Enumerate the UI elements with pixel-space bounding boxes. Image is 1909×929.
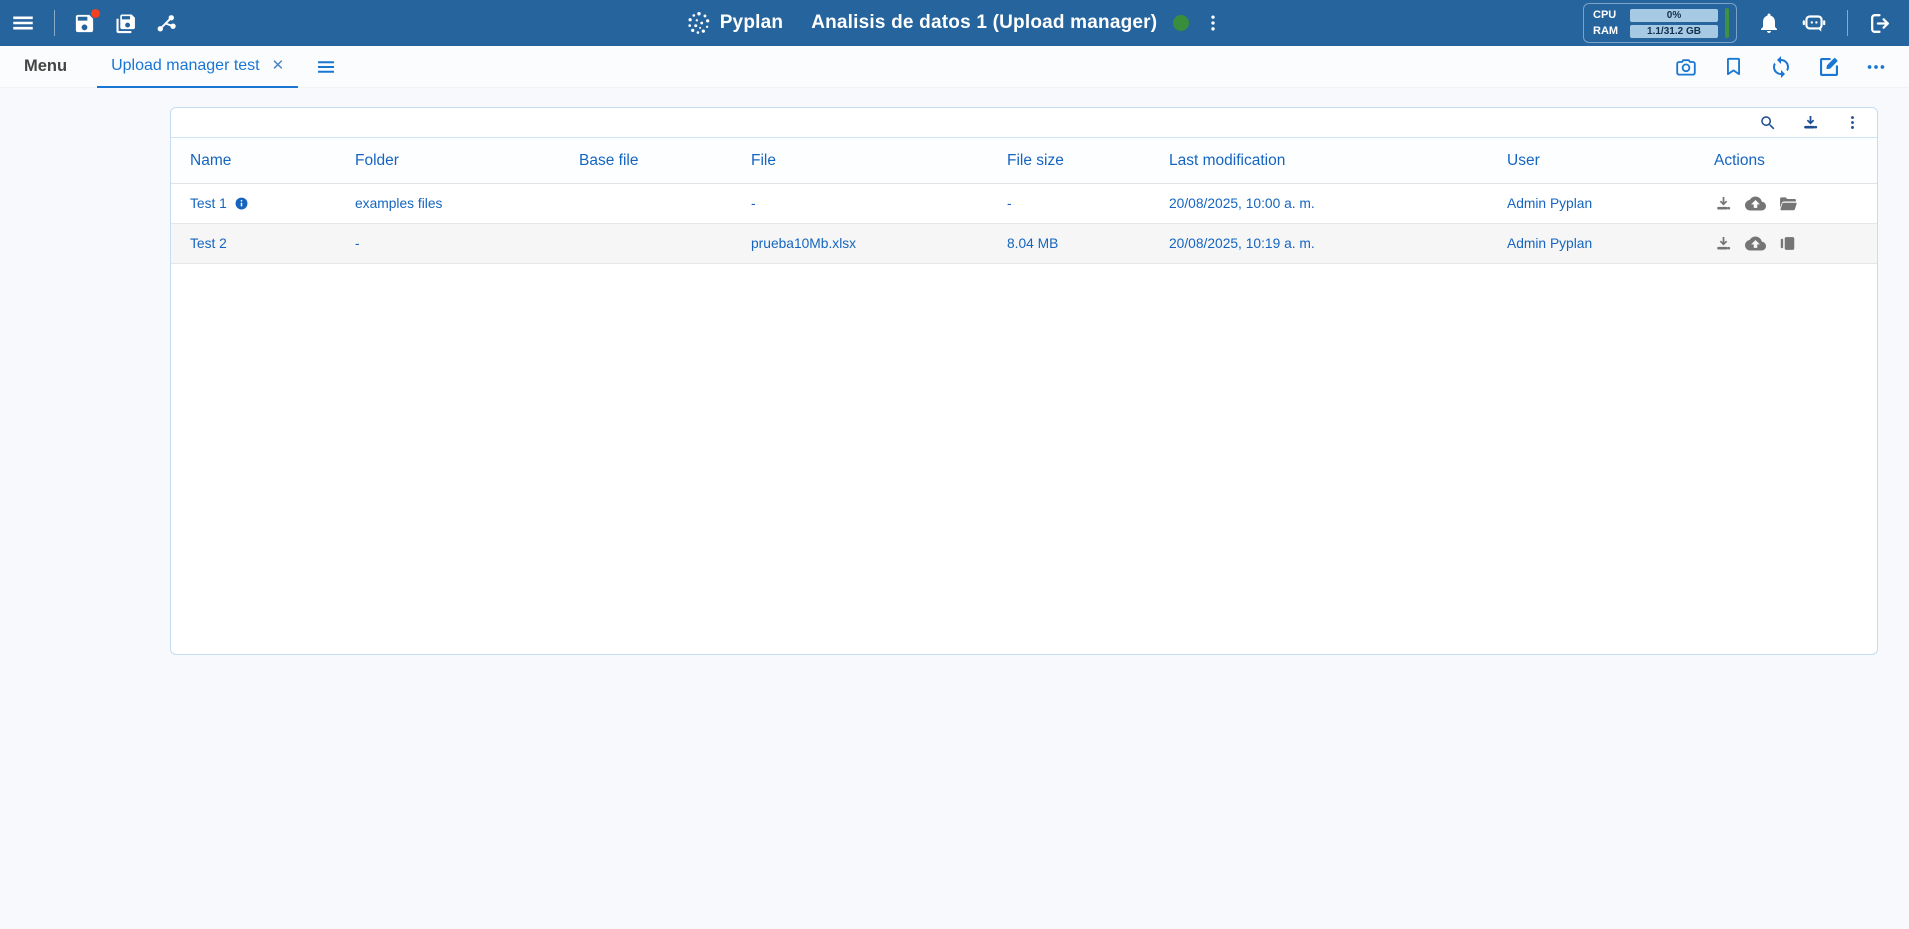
title-menu-icon[interactable] <box>1203 13 1223 33</box>
assistant-chat-icon[interactable] <box>1801 10 1827 36</box>
header-name: Name <box>190 152 355 170</box>
more-options-icon[interactable] <box>1865 56 1887 78</box>
unsaved-changes-badge <box>91 9 100 18</box>
download-icon[interactable] <box>1714 194 1733 213</box>
header-base-file: Base file <box>579 152 751 170</box>
download-icon[interactable] <box>1714 234 1733 253</box>
ram-usage-bar: 1.1/31.2 GB <box>1630 25 1718 38</box>
tab-bar: Menu Upload manager test ✕ <box>0 46 1909 88</box>
cpu-usage-bar: 0% <box>1630 9 1718 22</box>
brand-name: Pyplan <box>720 12 784 34</box>
refresh-icon[interactable] <box>1769 55 1793 79</box>
row-file-size: 8.04 MB <box>1007 236 1169 251</box>
row-folder: examples files <box>355 196 579 211</box>
info-icon[interactable] <box>234 196 249 211</box>
row-user: Admin Pyplan <box>1507 236 1714 251</box>
header-folder: Folder <box>355 152 579 170</box>
row-file-size: - <box>1007 196 1169 211</box>
cloud-upload-icon[interactable] <box>1745 193 1766 214</box>
save-all-icon[interactable] <box>114 12 137 35</box>
table-row: Test 2 - prueba10Mb.xlsx 8.04 MB 20/08/2… <box>171 224 1877 264</box>
header-file: File <box>751 152 1007 170</box>
logout-icon[interactable] <box>1868 11 1893 36</box>
header-user: User <box>1507 152 1714 170</box>
divider <box>54 10 55 36</box>
menu-button[interactable]: Menu <box>24 57 67 76</box>
model-tree-icon[interactable] <box>155 12 178 35</box>
row-last-modification: 20/08/2025, 10:19 a. m. <box>1169 236 1507 251</box>
bookmark-icon[interactable] <box>1722 55 1745 78</box>
app-bar: Pyplan Analisis de datos 1 (Upload manag… <box>0 0 1909 46</box>
tab-list-icon[interactable] <box>314 55 338 79</box>
pyplan-brand: Pyplan <box>686 10 784 36</box>
notifications-bell-icon[interactable] <box>1757 11 1781 35</box>
tab-label: Upload manager test <box>111 57 260 75</box>
search-icon[interactable] <box>1759 114 1777 132</box>
row-last-modification: 20/08/2025, 10:00 a. m. <box>1169 196 1507 211</box>
header-last-modification: Last modification <box>1169 152 1507 170</box>
system-monitor: CPU 0% RAM 1.1/31.2 GB <box>1583 3 1737 43</box>
cloud-upload-icon[interactable] <box>1745 233 1766 254</box>
row-folder: - <box>355 236 579 251</box>
header-actions: Actions <box>1714 152 1877 170</box>
edit-icon[interactable] <box>1817 55 1841 79</box>
upload-manager-table: Name Folder Base file File File size Las… <box>170 107 1878 655</box>
row-file: prueba10Mb.xlsx <box>751 236 1007 251</box>
row-file: - <box>751 196 1007 211</box>
cpu-label: CPU <box>1593 9 1623 21</box>
main-menu-icon[interactable] <box>10 10 36 36</box>
ram-label: RAM <box>1593 25 1623 37</box>
status-indicator <box>1173 15 1189 31</box>
divider <box>1847 10 1848 36</box>
row-name: Test 2 <box>190 236 355 251</box>
file-preview-icon[interactable] <box>1778 234 1797 253</box>
table-toolbar <box>171 108 1877 138</box>
table-header-row: Name Folder Base file File File size Las… <box>171 138 1877 184</box>
screenshot-camera-icon[interactable] <box>1674 55 1698 79</box>
content-area: Name Folder Base file File File size Las… <box>0 88 1909 929</box>
save-icon[interactable] <box>73 12 96 35</box>
page-title: Analisis de datos 1 (Upload manager) <box>811 12 1157 34</box>
tab-close-icon[interactable]: ✕ <box>272 58 285 73</box>
table-row: Test 1 examples files - - 20/08/2025, 10… <box>171 184 1877 224</box>
row-user: Admin Pyplan <box>1507 196 1714 211</box>
header-file-size: File size <box>1007 152 1169 170</box>
download-table-icon[interactable] <box>1801 113 1820 132</box>
pyplan-logo-icon <box>686 10 712 36</box>
folder-open-icon[interactable] <box>1778 194 1798 214</box>
engine-status-bar <box>1725 8 1729 38</box>
tab-upload-manager-test[interactable]: Upload manager test ✕ <box>97 46 298 88</box>
table-menu-icon[interactable] <box>1844 114 1861 131</box>
row-name: Test 1 <box>190 196 227 211</box>
